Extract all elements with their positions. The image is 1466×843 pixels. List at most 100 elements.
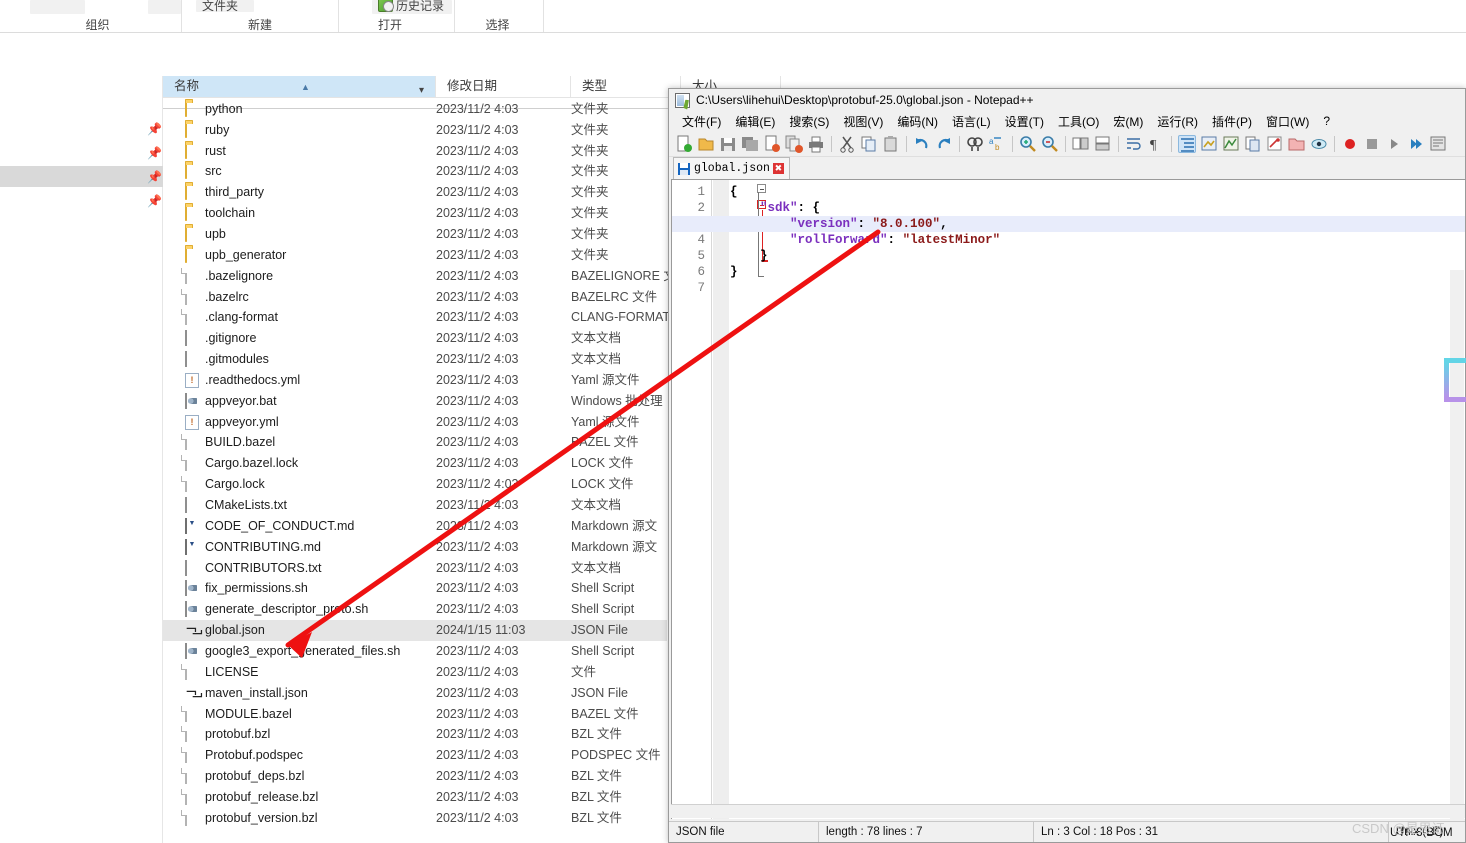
- undo-icon[interactable]: [913, 135, 931, 153]
- ribbon-ghost-button-2[interactable]: [148, 0, 181, 14]
- menu-item-10[interactable]: 插件(P): [1205, 112, 1259, 131]
- notepadpp-toolbar[interactable]: a b ¶: [669, 131, 1465, 157]
- menu-item-0[interactable]: 文件(F): [675, 112, 728, 131]
- pin-icon[interactable]: 📌: [147, 123, 162, 135]
- code-line[interactable]: "version": "8.0.100",: [672, 216, 1465, 232]
- new-file-icon[interactable]: [675, 135, 693, 153]
- file-row[interactable]: CONTRIBUTING.md 2023/11/2 4:03 Markdown 源文: [163, 537, 667, 558]
- file-row[interactable]: python 2023/11/2 4:03 文件夹: [163, 99, 667, 120]
- close-file-icon[interactable]: [763, 135, 781, 153]
- file-row[interactable]: protobuf_deps.bzl 2023/11/2 4:03 BZL 文件: [163, 766, 667, 787]
- menu-item-12[interactable]: ?: [1316, 113, 1337, 129]
- cut-icon[interactable]: [838, 135, 856, 153]
- monitoring-icon[interactable]: [1310, 135, 1328, 153]
- close-tab-icon[interactable]: ✖: [772, 163, 784, 174]
- file-row[interactable]: Protobuf.podspec 2023/11/2 4:03 PODSPEC 文件: [163, 745, 667, 766]
- menu-item-6[interactable]: 设置(T): [998, 112, 1051, 131]
- code-folding-gutter[interactable]: [713, 180, 768, 819]
- indent-guide-icon[interactable]: [1178, 134, 1196, 153]
- record-macro-icon[interactable]: [1341, 135, 1359, 153]
- sync-horizontal-icon[interactable]: [1094, 135, 1112, 153]
- file-row[interactable]: ! .readthedocs.yml 2023/11/2 4:03 Yaml 源文件: [163, 370, 667, 391]
- file-row[interactable]: protobuf_release.bzl 2023/11/2 4:03 BZL 文件: [163, 787, 667, 808]
- navigation-pane[interactable]: 📌 📌 📌 📌: [0, 76, 163, 843]
- file-row[interactable]: CODE_OF_CONDUCT.md 2023/11/2 4:03 Markdown…: [163, 516, 667, 537]
- file-row[interactable]: src 2023/11/2 4:03 文件夹: [163, 161, 667, 182]
- word-wrap-icon[interactable]: [1125, 135, 1143, 153]
- file-row[interactable]: appveyor.bat 2023/11/2 4:03 Windows 批处理: [163, 391, 667, 412]
- save-all-icon[interactable]: [741, 135, 759, 153]
- zoom-out-icon[interactable]: [1041, 135, 1059, 153]
- sync-vertical-icon[interactable]: [1072, 135, 1090, 153]
- redo-icon[interactable]: [935, 135, 953, 153]
- file-row[interactable]: BUILD.bazel 2023/11/2 4:03 BAZEL 文件: [163, 432, 667, 453]
- ribbon-chip-history[interactable]: 历史记录: [396, 0, 444, 14]
- document-map-icon[interactable]: [1244, 135, 1262, 153]
- code-editor[interactable]: 1234567 { "sdk": { "version": "8.0.100",…: [671, 179, 1465, 819]
- file-row[interactable]: protobuf.bzl 2023/11/2 4:03 BZL 文件: [163, 724, 667, 745]
- menu-item-9[interactable]: 运行(R): [1150, 112, 1205, 131]
- close-all-icon[interactable]: [785, 135, 803, 153]
- editor-vertical-scrollbar[interactable]: [1450, 270, 1464, 819]
- menu-item-8[interactable]: 宏(M): [1106, 112, 1150, 131]
- file-row[interactable]: rust 2023/11/2 4:03 文件夹: [163, 141, 667, 162]
- file-row[interactable]: global.json 2024/1/15 11:03 JSON File: [163, 620, 667, 642]
- save-icon[interactable]: [719, 135, 737, 153]
- ribbon-ghost-button-1[interactable]: [30, 0, 85, 14]
- menu-item-5[interactable]: 语言(L): [945, 112, 998, 131]
- print-icon[interactable]: [807, 135, 825, 153]
- code-line[interactable]: }: [730, 264, 738, 280]
- user-defined-dialog-icon[interactable]: [1200, 135, 1218, 153]
- menu-item-11[interactable]: 窗口(W): [1259, 112, 1316, 131]
- column-header-name[interactable]: 名称 ▲ ▾: [163, 76, 436, 97]
- file-row[interactable]: fix_permissions.sh 2023/11/2 4:03 Shell Sc…: [163, 578, 667, 599]
- code-line[interactable]: "rollForward": "latestMinor": [730, 232, 1000, 248]
- file-row[interactable]: .gitmodules 2023/11/2 4:03 文本文档: [163, 349, 667, 370]
- menu-item-7[interactable]: 工具(O): [1051, 112, 1106, 131]
- file-row[interactable]: MODULE.bazel 2023/11/2 4:03 BAZEL 文件: [163, 704, 667, 725]
- file-row[interactable]: .bazelrc 2023/11/2 4:03 BAZELRC 文件: [163, 287, 667, 308]
- run-icon[interactable]: [1429, 135, 1447, 153]
- pin-icon[interactable]: 📌: [147, 195, 162, 207]
- paste-icon[interactable]: [882, 135, 900, 153]
- ribbon-chip-newfolder[interactable]: 文件夹: [202, 0, 238, 14]
- file-row[interactable]: .gitignore 2023/11/2 4:03 文本文档: [163, 328, 667, 349]
- editor-horizontal-scrollbar[interactable]: [671, 804, 1465, 818]
- stop-macro-icon[interactable]: [1363, 135, 1381, 153]
- column-header-date[interactable]: 修改日期: [436, 76, 571, 97]
- menu-item-3[interactable]: 视图(V): [836, 112, 890, 131]
- file-row[interactable]: third_party 2023/11/2 4:03 文件夹: [163, 182, 667, 203]
- file-row[interactable]: upb_generator 2023/11/2 4:03 文件夹: [163, 245, 667, 266]
- zoom-in-icon[interactable]: [1019, 135, 1037, 153]
- run-macro-multiple-icon[interactable]: [1407, 135, 1425, 153]
- show-symbol-icon[interactable]: [1222, 135, 1240, 153]
- file-row[interactable]: google3_export_generated_files.sh 2023/11…: [163, 641, 667, 662]
- code-line[interactable]: }: [730, 248, 768, 264]
- show-all-chars-icon[interactable]: ¶: [1147, 135, 1165, 153]
- copy-icon[interactable]: [860, 135, 878, 153]
- file-row[interactable]: .clang-format 2023/11/2 4:03 CLANG-FORMAT: [163, 307, 670, 328]
- file-row[interactable]: upb 2023/11/2 4:03 文件夹: [163, 224, 667, 245]
- tab-global-json[interactable]: global.json ✖: [673, 157, 790, 179]
- file-row[interactable]: ! appveyor.yml 2023/11/2 4:03 Yaml 源文件: [163, 412, 667, 433]
- file-row[interactable]: LICENSE 2023/11/2 4:03 文件: [163, 662, 667, 683]
- file-row[interactable]: toolchain 2023/11/2 4:03 文件夹: [163, 203, 667, 224]
- find-icon[interactable]: [966, 135, 984, 153]
- column-header-type[interactable]: 类型: [571, 76, 681, 97]
- replace-icon[interactable]: ab: [988, 135, 1006, 153]
- folder-workspace-icon[interactable]: [1288, 135, 1306, 153]
- nav-selected-item[interactable]: [0, 166, 163, 187]
- file-row[interactable]: .bazelignore 2023/11/2 4:03 BAZELIGNORE 文: [163, 266, 676, 287]
- file-row[interactable]: generate_descriptor_proto.sh 2023/11/2 4:…: [163, 599, 667, 620]
- code-line[interactable]: "sdk": {: [730, 200, 820, 216]
- file-row[interactable]: Cargo.bazel.lock 2023/11/2 4:03 LOCK 文件: [163, 453, 667, 474]
- function-list-icon[interactable]: [1266, 135, 1284, 153]
- menu-item-1[interactable]: 编辑(E): [728, 112, 782, 131]
- menu-item-2[interactable]: 搜索(S): [782, 112, 836, 131]
- play-macro-icon[interactable]: [1385, 135, 1403, 153]
- pin-icon[interactable]: 📌: [147, 147, 162, 159]
- menu-item-4[interactable]: 编码(N): [890, 112, 945, 131]
- file-row[interactable]: ruby 2023/11/2 4:03 文件夹: [163, 120, 667, 141]
- pin-icon[interactable]: 📌: [147, 171, 162, 183]
- notepadpp-menu-bar[interactable]: 文件(F) 编辑(E) 搜索(S) 视图(V) 编码(N) 语言(L) 设置(T) 工具(O)…: [669, 111, 1465, 131]
